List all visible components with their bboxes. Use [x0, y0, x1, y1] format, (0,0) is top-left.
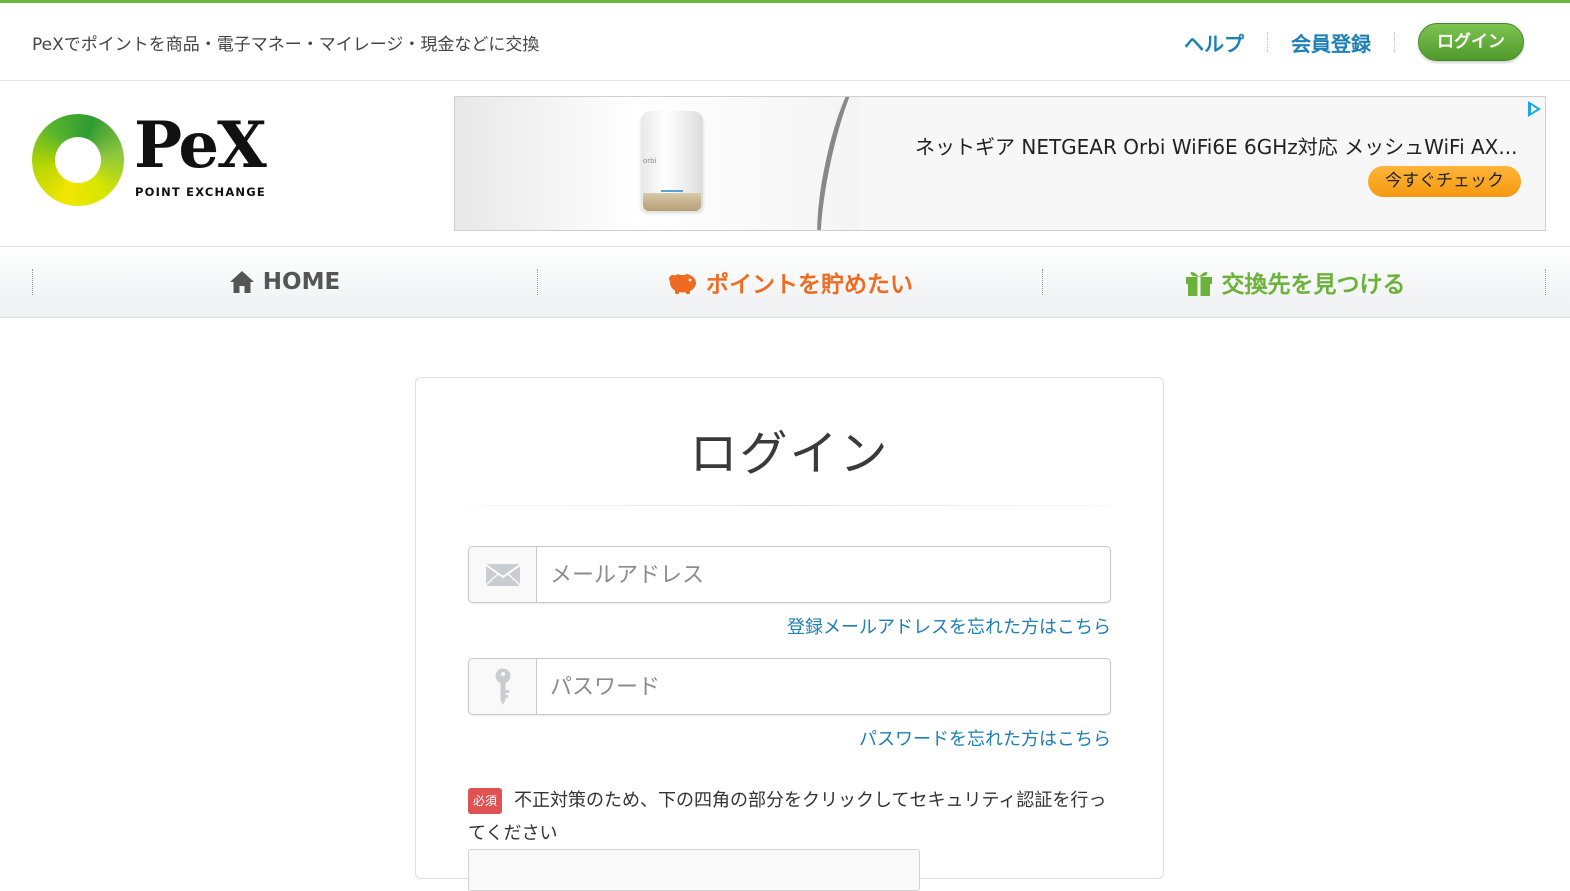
- link-divider: [1394, 32, 1395, 52]
- captcha-widget[interactable]: [468, 849, 920, 891]
- forgot-password-link[interactable]: パスワードを忘れた方はこちら: [859, 725, 1111, 751]
- main-nav: HOME ポイントを貯めたい 交換先を見つける: [0, 246, 1570, 318]
- captcha-instruction: 不正対策のため、下の四角の部分をクリックしてセキュリティ認証を行ってください: [468, 790, 1107, 844]
- ad-headline[interactable]: ネットギア NETGEAR Orbi WiFi6E 6GHz対応 メッシュWiF…: [915, 131, 1520, 160]
- password-input[interactable]: [548, 659, 1092, 716]
- nav-save-points[interactable]: ポイントを貯めたい: [537, 247, 1042, 317]
- ad-cta-button[interactable]: 今すぐチェック: [1368, 166, 1521, 197]
- logo-subtitle: POINT EXCHANGE: [135, 185, 266, 199]
- field-icon-box: [469, 547, 537, 602]
- nav-save-label: ポイントを貯めたい: [706, 272, 913, 298]
- email-input[interactable]: [548, 547, 1092, 604]
- router-brand-label: orbi: [643, 157, 657, 165]
- help-link[interactable]: ヘルプ: [1184, 28, 1244, 57]
- email-field: [468, 546, 1111, 604]
- field-icon-box: [469, 659, 537, 714]
- envelope-icon: [484, 563, 521, 586]
- pex-logo[interactable]: PeX POINT EXCHANGE: [32, 112, 272, 212]
- nav-divider: [1545, 269, 1546, 295]
- gift-icon: [1185, 271, 1212, 296]
- forgot-email-link[interactable]: 登録メールアドレスを忘れた方はこちら: [787, 613, 1111, 639]
- register-link[interactable]: 会員登録: [1291, 28, 1371, 57]
- link-divider: [1267, 32, 1268, 52]
- ad-banner[interactable]: orbi ネットギア NETGEAR Orbi WiFi6E 6GHz対応 メッ…: [454, 96, 1546, 231]
- title-divider: [468, 505, 1110, 506]
- login-title: ログイン: [689, 426, 890, 482]
- ad-choices-icon[interactable]: [1528, 101, 1541, 117]
- site-header: PeXでポイントを商品・電子マネー・マイレージ・現金などに交換 ヘルプ 会員登録…: [0, 3, 1570, 81]
- login-panel: ログイン 登録メールアドレスを忘れた方はこちら パスワードを忘れた方はこちら: [415, 377, 1164, 891]
- key-icon: [495, 668, 510, 705]
- home-icon: [229, 271, 254, 293]
- logo-ring-icon: [32, 114, 124, 206]
- piggy-bank-icon: [669, 273, 696, 294]
- password-field: [468, 658, 1111, 716]
- header-links: ヘルプ 会員登録 ログイン: [1184, 23, 1524, 61]
- nav-home[interactable]: HOME: [32, 247, 537, 317]
- required-badge: 必須: [468, 788, 502, 814]
- logo-wordmark: PeX: [134, 108, 267, 183]
- nav-home-label: HOME: [262, 269, 341, 295]
- nav-find-exchange[interactable]: 交換先を見つける: [1042, 247, 1547, 317]
- ad-product-area: orbi: [455, 97, 860, 230]
- header-login-button[interactable]: ログイン: [1418, 23, 1524, 61]
- router-image: orbi: [641, 111, 703, 211]
- nav-exchange-label: 交換先を見つける: [1221, 272, 1406, 298]
- site-tagline: PeXでポイントを商品・電子マネー・マイレージ・現金などに交換: [32, 35, 540, 55]
